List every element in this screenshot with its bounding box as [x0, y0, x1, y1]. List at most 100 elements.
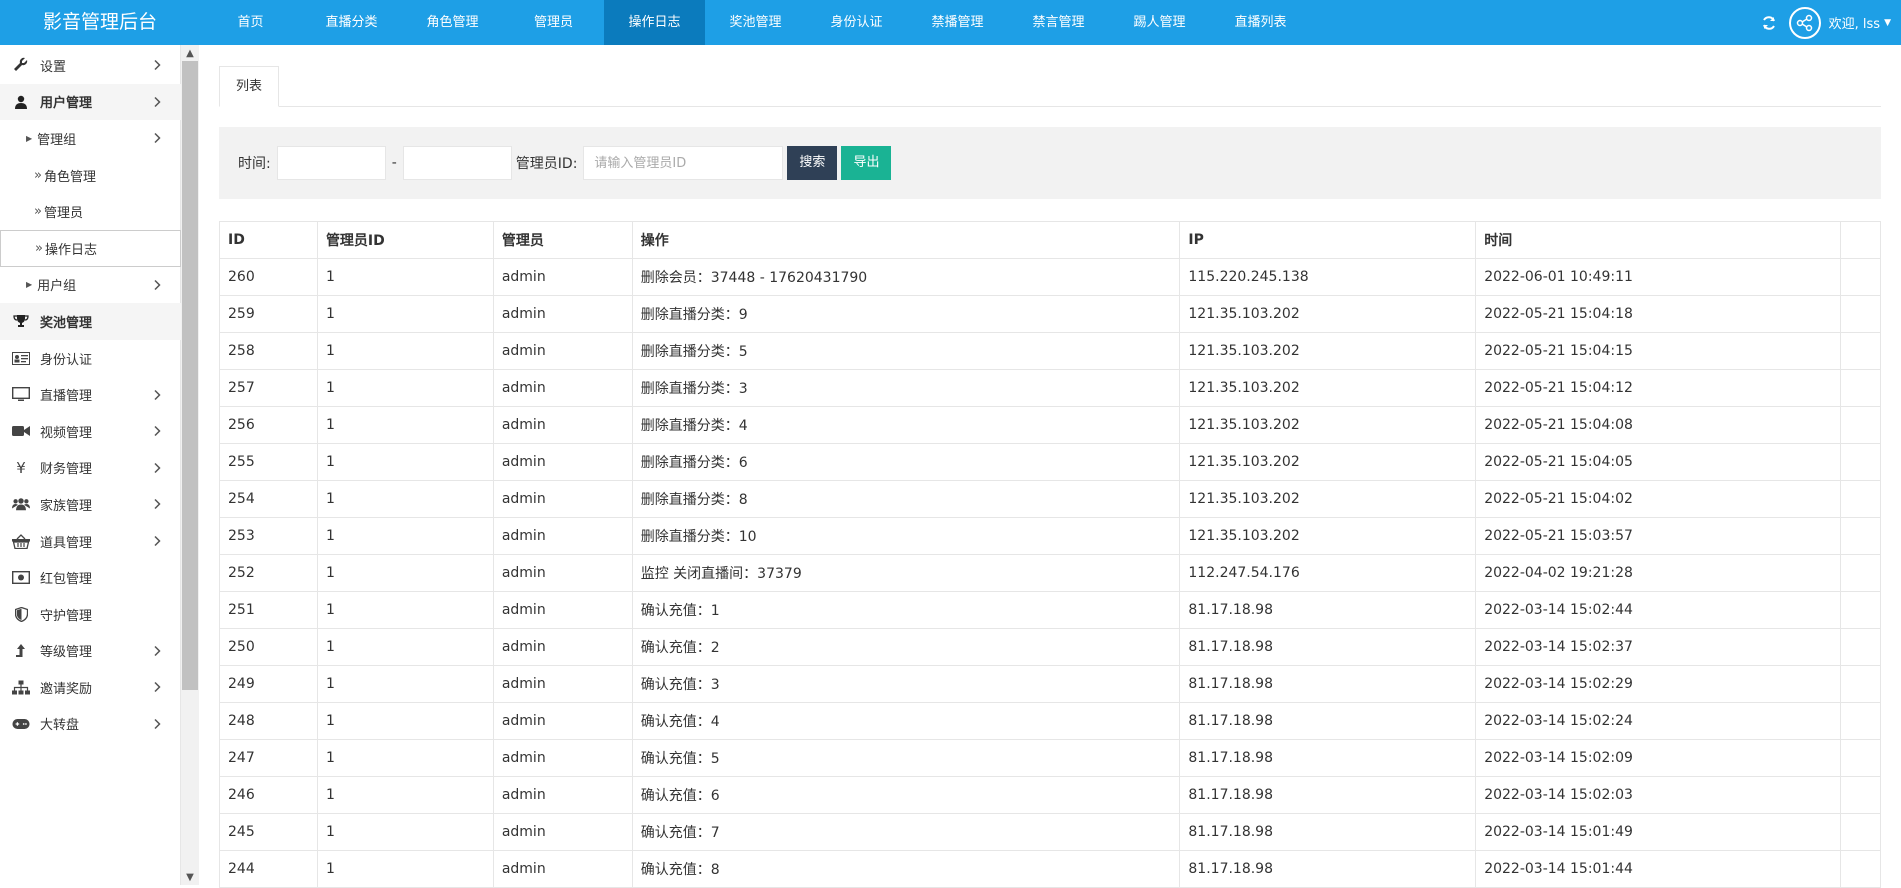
table-cell: 1: [316, 554, 494, 592]
nav-item-7[interactable]: 禁播管理: [907, 0, 1008, 45]
table-cell: 2022-03-14 15:02:24: [1475, 702, 1841, 740]
table-cell: 1: [316, 628, 494, 666]
table-cell: 2022-03-14 15:02:29: [1475, 665, 1841, 703]
table-cell: 2022-05-21 15:03:57: [1475, 517, 1841, 555]
sidebar-item-6[interactable]: ▶ 用户组: [0, 267, 181, 304]
sidebar-item-17[interactable]: 邀请奖励: [0, 669, 181, 706]
table-cell: 81.17.18.98: [1179, 739, 1477, 777]
export-button[interactable]: 导出: [841, 146, 892, 180]
sidebar-item-14[interactable]: 红包管理: [0, 559, 181, 596]
table-cell-empty: [1839, 591, 1882, 629]
search-button[interactable]: 搜索: [787, 146, 838, 180]
table-cell-empty: [1839, 776, 1882, 814]
table-cell: 121.35.103.202: [1179, 517, 1477, 555]
table-row: 260 1 admin 删除会员：37448 - 17620431790 115.220…: [219, 258, 1882, 296]
sidebar-scrollbar[interactable]: ▲ ▼: [181, 45, 199, 885]
sidebar-item-18[interactable]: 大转盘: [0, 706, 181, 743]
table-row: 253 1 admin 删除直播分类：10 121.35.103.202 2022-05-…: [219, 517, 1882, 555]
table-cell: 1: [316, 332, 494, 370]
table-cell: 258: [219, 332, 318, 370]
table-cell: 1: [316, 517, 494, 555]
table-cell: 121.35.103.202: [1179, 369, 1477, 407]
sidebar-item-7[interactable]: 奖池管理: [0, 303, 181, 340]
table-cell: 删除会员：37448 - 17620431790: [631, 258, 1181, 296]
table-cell: 259: [219, 295, 318, 333]
start-time-input[interactable]: [276, 146, 386, 180]
nav-item-2[interactable]: 角色管理: [402, 0, 503, 45]
sidebar-item-3[interactable]: » 角色管理: [0, 157, 181, 194]
column-header[interactable]: IP: [1179, 221, 1477, 259]
sidebar-item-9[interactable]: 直播管理: [0, 376, 181, 413]
sidebar-item-12[interactable]: 家族管理: [0, 486, 181, 523]
table-cell: 81.17.18.98: [1179, 850, 1477, 888]
column-header[interactable]: 管理员: [492, 221, 633, 259]
nav-item-4[interactable]: 操作日志: [604, 0, 705, 45]
chevron-right-icon: [151, 59, 163, 71]
column-header[interactable]: [1839, 221, 1882, 259]
table-cell: 251: [219, 591, 318, 629]
nav-item-0[interactable]: 首页: [200, 0, 301, 45]
sidebar-item-2[interactable]: ▶ 管理组: [0, 120, 181, 157]
sidebar-item-10[interactable]: 视频管理: [0, 413, 181, 450]
users-icon: [12, 495, 30, 513]
table-cell: 1: [316, 480, 494, 518]
table-cell-empty: [1839, 850, 1882, 888]
column-header[interactable]: 操作: [631, 221, 1181, 259]
sidebar-item-16[interactable]: 等级管理: [0, 633, 181, 670]
table-cell: 确认充值：4: [631, 702, 1181, 740]
column-header[interactable]: 时间: [1475, 221, 1841, 259]
table-cell: 2022-03-14 15:02:03: [1475, 776, 1841, 814]
table-cell: 确认充值：3: [631, 665, 1181, 703]
table-cell: 2022-03-14 15:02:44: [1475, 591, 1841, 629]
filter-bar: 时间: - 管理员ID: 搜索 导出: [219, 127, 1881, 199]
nav-item-3[interactable]: 管理员: [503, 0, 604, 45]
table-cell: admin: [492, 295, 633, 333]
table-cell-empty: [1839, 739, 1882, 777]
table-cell: 255: [219, 443, 318, 481]
nav-item-9[interactable]: 踢人管理: [1109, 0, 1210, 45]
sidebar-item-label: 红包管理: [40, 572, 93, 588]
scroll-up-icon[interactable]: ▲: [181, 45, 199, 61]
nav-item-5[interactable]: 奖池管理: [705, 0, 806, 45]
caret-down-icon: ▼: [1884, 17, 1891, 28]
chevron-right-icon: [151, 535, 163, 547]
nav-item-8[interactable]: 禁言管理: [1008, 0, 1109, 45]
tab-list[interactable]: 列表: [219, 66, 279, 107]
column-header[interactable]: ID: [219, 221, 318, 259]
table-cell: admin: [492, 258, 633, 296]
sidebar-item-4[interactable]: » 管理员: [0, 193, 181, 230]
sidebar-item-label: 大转盘: [40, 718, 80, 734]
sidebar-item-15[interactable]: 守护管理: [0, 596, 181, 633]
sidebar-item-13[interactable]: 道具管理: [0, 523, 181, 560]
top-bar: 影音管理后台 首页 直播分类 角色管理 管理员 操作日志 奖池管理 身份认证 禁播管理 禁言管理…: [0, 0, 1901, 45]
chevron-right-icon: [151, 425, 163, 437]
log-table: ID 管理员ID 管理员 操作 IP 时间 260 1 admin 删除会员：37448 - 1…: [219, 221, 1882, 888]
table-cell: 81.17.18.98: [1179, 776, 1477, 814]
nav-item-6[interactable]: 身份认证: [806, 0, 907, 45]
table-row: 256 1 admin 删除直播分类：4 121.35.103.202 2022-05-2…: [219, 406, 1882, 444]
sidebar-item-11[interactable]: ¥ 财务管理: [0, 450, 181, 487]
table-cell: admin: [492, 406, 633, 444]
admin-id-input[interactable]: [583, 146, 784, 180]
table-cell: 246: [219, 776, 318, 814]
user-menu[interactable]: 欢迎, lss ▼: [1788, 6, 1901, 39]
sidebar-item-5[interactable]: » 操作日志: [0, 229, 181, 267]
end-time-input[interactable]: [402, 146, 512, 180]
double-arrow-icon: »: [35, 240, 43, 256]
share-icon: [1788, 6, 1821, 39]
shield-icon: [12, 605, 30, 623]
sidebar-item-label: 视频管理: [40, 425, 93, 441]
refresh-icon[interactable]: [1749, 0, 1789, 45]
nav-item-10[interactable]: 直播列表: [1210, 0, 1311, 45]
column-header[interactable]: 管理员ID: [316, 221, 494, 259]
scroll-down-icon[interactable]: ▼: [181, 869, 199, 885]
scroll-thumb[interactable]: [182, 61, 198, 690]
nav-item-1[interactable]: 直播分类: [301, 0, 402, 45]
sidebar-item-1[interactable]: 用户管理: [0, 83, 181, 121]
table-cell: 2022-03-14 15:01:44: [1475, 850, 1841, 888]
sidebar-item-0[interactable]: 设置: [0, 47, 181, 84]
table-cell: 2022-03-14 15:02:09: [1475, 739, 1841, 777]
table-cell: 81.17.18.98: [1179, 813, 1477, 851]
table-cell-empty: [1839, 628, 1882, 666]
sidebar-item-8[interactable]: 身份认证: [0, 340, 181, 377]
